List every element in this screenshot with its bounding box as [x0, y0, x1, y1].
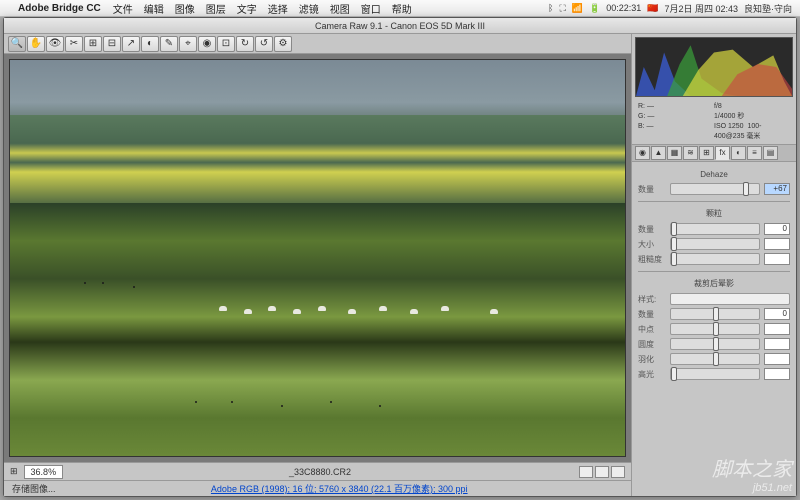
menu-file[interactable]: 文件: [113, 1, 133, 16]
view-mode-icon[interactable]: [595, 466, 609, 478]
macos-menubar: Adobe Bridge CC 文件 编辑 图像 图层 文字 选择 滤镜 视图 …: [0, 0, 800, 17]
vig-amount-label: 数量: [638, 309, 666, 320]
dehaze-amount-slider[interactable]: [670, 183, 760, 195]
vig-round-value[interactable]: [764, 338, 790, 350]
menu-edit[interactable]: 编辑: [144, 1, 164, 16]
vig-round-label: 圆度: [638, 339, 666, 350]
menu-type[interactable]: 文字: [237, 1, 257, 16]
input-icon[interactable]: 🇨🇳: [647, 3, 658, 14]
menu-view[interactable]: 视图: [330, 1, 350, 16]
vig-hl-slider[interactable]: [670, 368, 760, 380]
camera-raw-window: Camera Raw 9.1 - Canon EOS 5D Mark III 🔍…: [3, 17, 797, 497]
save-image-button[interactable]: 存储图像...: [12, 482, 56, 495]
grain-amount-slider[interactable]: [670, 223, 760, 235]
bluetooth-icon[interactable]: ᛒ: [548, 3, 553, 13]
vig-feather-slider[interactable]: [670, 353, 760, 365]
tab-effects[interactable]: fx: [715, 146, 730, 160]
adjustments-panel: R: —f/8 G: —1/4000 秒 B: —ISO 1250 100-40…: [631, 34, 796, 496]
redeye-tool[interactable]: ↗: [122, 36, 140, 52]
menu-image[interactable]: 图像: [175, 1, 195, 16]
dehaze-amount-label: 数量: [638, 184, 666, 195]
tab-curve[interactable]: ▲: [651, 146, 666, 160]
user-name[interactable]: 良知塾·守向: [744, 2, 792, 15]
filename: _33C8880.CR2: [63, 467, 577, 477]
section-vignette: 裁剪后晕影: [638, 278, 790, 289]
tab-basic[interactable]: ◉: [635, 146, 650, 160]
menu-layer[interactable]: 图层: [206, 1, 226, 16]
app-name: Adobe Bridge CC: [18, 3, 101, 14]
preview-footer: ⊞ 36.8% _33C8880.CR2: [4, 462, 631, 480]
vig-hl-value[interactable]: [764, 368, 790, 380]
vig-style-label: 样式:: [638, 294, 666, 305]
eyedropper-tool[interactable]: 👁: [46, 36, 64, 52]
battery-icon[interactable]: 🔋: [589, 3, 600, 14]
grain-rough-slider[interactable]: [670, 253, 760, 265]
menu-select[interactable]: 选择: [268, 1, 288, 16]
tab-presets[interactable]: ▤: [763, 146, 778, 160]
fullscreen-icon[interactable]: ⛶: [559, 3, 565, 14]
window-title: Camera Raw 9.1 - Canon EOS 5D Mark III: [4, 18, 796, 34]
dehaze-amount-value[interactable]: +67: [764, 183, 790, 195]
grain-amount-value[interactable]: 0: [764, 223, 790, 235]
zoom-tool[interactable]: 🔍: [8, 36, 26, 52]
vig-mid-slider[interactable]: [670, 323, 760, 335]
vig-style-select[interactable]: [670, 293, 790, 305]
panel-tabs: ◉ ▲ ▦ ≋ ⊞ fx ◐ ≡ ▤: [632, 144, 796, 162]
prefs-tool[interactable]: ⊡: [217, 36, 235, 52]
histogram[interactable]: [635, 37, 793, 97]
tab-camera[interactable]: ≡: [747, 146, 762, 160]
rotate-ccw-tool[interactable]: ↻: [236, 36, 254, 52]
straighten-tool[interactable]: ⊞: [84, 36, 102, 52]
tab-lens[interactable]: ◐: [731, 146, 746, 160]
menu-filter[interactable]: 滤镜: [299, 1, 319, 16]
menu-window[interactable]: 窗口: [361, 1, 381, 16]
clock-1: 00:22:31: [606, 3, 641, 13]
grain-size-value[interactable]: [764, 238, 790, 250]
section-grain: 颗粒: [638, 208, 790, 219]
vig-amount-slider[interactable]: [670, 308, 760, 320]
grad-filter-tool[interactable]: ✎: [160, 36, 178, 52]
grain-size-slider[interactable]: [670, 238, 760, 250]
hand-tool[interactable]: ✋: [27, 36, 45, 52]
compare-icon[interactable]: [579, 466, 593, 478]
grid-icon[interactable]: ⊞: [10, 466, 18, 477]
toolbar: 🔍 ✋ 👁 ✂ ⊞ ⊟ ↗ ◐ ✎ ⌖ ◉ ⊡ ↻ ↺ ⚙: [4, 34, 631, 54]
vig-amount-value[interactable]: 0: [764, 308, 790, 320]
preset-tool[interactable]: ⚙: [274, 36, 292, 52]
grain-rough-label: 粗糙度: [638, 254, 666, 265]
exif-readout: R: —f/8 G: —1/4000 秒 B: —ISO 1250 100-40…: [632, 100, 796, 144]
vig-feather-value[interactable]: [764, 353, 790, 365]
grain-rough-value[interactable]: [764, 253, 790, 265]
adjust-brush-tool[interactable]: ◐: [141, 36, 159, 52]
radial-filter-tool[interactable]: ⌖: [179, 36, 197, 52]
fullscreen-preview-icon[interactable]: [611, 466, 625, 478]
menu-help[interactable]: 帮助: [392, 1, 412, 16]
wifi-icon[interactable]: 📶: [572, 3, 583, 14]
spot-tool[interactable]: ⊟: [103, 36, 121, 52]
vig-round-slider[interactable]: [670, 338, 760, 350]
zoom-level[interactable]: 36.8%: [24, 465, 64, 479]
section-dehaze: Dehaze: [638, 170, 790, 179]
vig-feather-label: 羽化: [638, 354, 666, 365]
crop-tool[interactable]: ✂: [65, 36, 83, 52]
rotate-cw-tool[interactable]: ↺: [255, 36, 273, 52]
clock-2: 7月2日 周四 02:43: [664, 2, 738, 15]
vig-mid-label: 中点: [638, 324, 666, 335]
targeted-tool[interactable]: ◉: [198, 36, 216, 52]
tab-split[interactable]: ⊞: [699, 146, 714, 160]
grain-size-label: 大小: [638, 239, 666, 250]
info-bar: 存储图像... Adobe RGB (1998); 16 位; 5760 x 3…: [4, 480, 631, 496]
tab-detail[interactable]: ▦: [667, 146, 682, 160]
grain-amount-label: 数量: [638, 224, 666, 235]
vig-mid-value[interactable]: [764, 323, 790, 335]
image-preview[interactable]: [10, 60, 625, 456]
tab-hsl[interactable]: ≋: [683, 146, 698, 160]
workflow-link[interactable]: Adobe RGB (1998); 16 位; 5760 x 3840 (22.…: [211, 482, 468, 495]
vig-hl-label: 高光: [638, 369, 666, 380]
